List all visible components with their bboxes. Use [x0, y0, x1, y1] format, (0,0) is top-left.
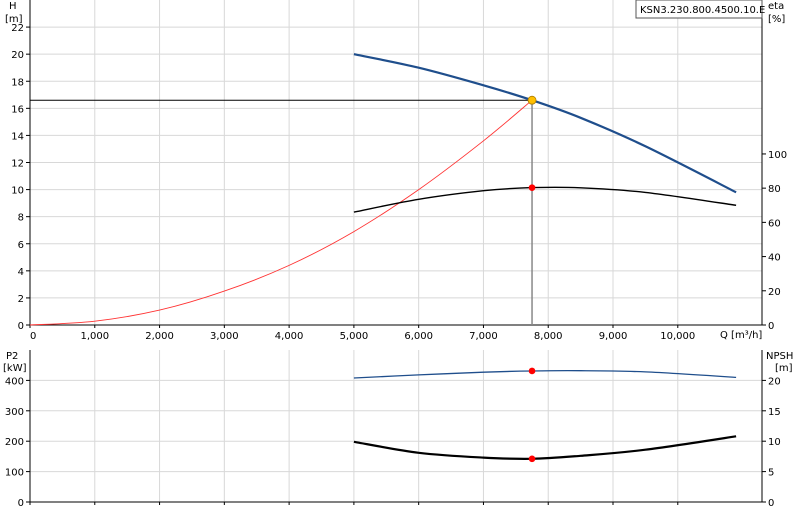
y-tick-label-right: 10: [768, 437, 781, 448]
power-npsh-tick-labels: 0 100 200 300 400 0 5 10 15 20: [5, 376, 781, 509]
x-tick-label: 1,000: [80, 331, 109, 342]
head-axis-label: H: [9, 1, 17, 12]
power-duty-marker: [528, 367, 536, 375]
y-tick-label-left: 0: [18, 498, 24, 509]
x-tick-label: 4,000: [275, 331, 304, 342]
x-tick-label: 9,000: [599, 331, 628, 342]
y-tick-label-left: 20: [11, 50, 24, 61]
y-tick-label-left: 400: [5, 376, 24, 387]
y-tick-label-right: 40: [768, 253, 781, 264]
x-tick-label: 8,000: [534, 331, 563, 342]
y-tick-label-right: 20: [768, 376, 781, 387]
y-tick-label-left: 200: [5, 437, 24, 448]
y-tick-label-left: 2: [18, 294, 24, 305]
x-tick-label: 5,000: [340, 331, 369, 342]
x-tick-label: 3,000: [210, 331, 239, 342]
y-tick-label-left: 8: [18, 213, 24, 224]
power-npsh-axes: [26, 350, 766, 505]
x-tick-label: 0: [30, 331, 36, 342]
npsh-curve: [353, 435, 737, 460]
y-tick-label-right: 20: [768, 287, 781, 298]
head-axis-unit: [m]: [5, 14, 23, 25]
y-tick-label-left: 14: [11, 131, 24, 142]
y-tick-label-left: 100: [5, 468, 24, 479]
npsh-duty-marker: [528, 455, 536, 463]
npsh-axis-unit: [m]: [775, 363, 793, 374]
power-axis-label: P2: [6, 351, 18, 362]
x-tick-label: 6,000: [404, 331, 433, 342]
flow-axis-label: Q [m³/h]: [720, 330, 762, 341]
y-tick-label-left: 4: [18, 267, 24, 278]
y-tick-label-right: 80: [768, 184, 781, 195]
power-npsh-series: [353, 367, 737, 463]
y-tick-label-left: 16: [11, 104, 24, 115]
efficiency-axis-label: eta: [768, 1, 784, 12]
x-tick-label: 2,000: [145, 331, 174, 342]
y-tick-label-left: 10: [11, 186, 24, 197]
power-axis-unit: [kW]: [3, 363, 27, 374]
npsh-axis-label: NPSH: [766, 351, 793, 362]
efficiency-axis-unit: [%]: [768, 14, 785, 25]
performance-panel: 02468101214161820220204060801000 1,000 2,0…: [5, 0, 787, 342]
y-tick-label-left: 300: [5, 407, 24, 418]
y-tick-label-right: 100: [768, 150, 787, 161]
y-tick-label-left: 0: [18, 321, 24, 332]
y-tick-label-right: 5: [768, 468, 774, 479]
chart-svg: 02468101214161820220204060801000 1,000 2,0…: [3, 0, 793, 509]
power-curve: [353, 369, 737, 379]
y-tick-label-left: 12: [11, 159, 24, 170]
x-tick-label: 7,000: [469, 331, 498, 342]
y-tick-label-right: 0: [768, 321, 774, 332]
pump-performance-chart: 0 2 4 6 8 10 12 14 16 18 20 22 0 20 40 60 80 100 0 1,000 2,0…: [0, 0, 800, 520]
y-tick-label-right: 60: [768, 218, 781, 229]
x-tick-label: 10,000: [660, 331, 695, 342]
y-tick-label-left: 6: [18, 240, 24, 251]
power-npsh-panel: 0 100 200 300 400 0 5 10 15 20 P2 [kW] NPSH [m]: [3, 350, 793, 509]
efficiency-duty-marker: [528, 184, 536, 191]
y-tick-label-left: 18: [11, 77, 24, 88]
duty-point-marker: [527, 95, 537, 105]
y-tick-label-right: 0: [768, 498, 774, 509]
y-tick-label-right: 15: [768, 407, 781, 418]
model-label: KSN3.230.800.4500.10.E: [640, 5, 765, 16]
